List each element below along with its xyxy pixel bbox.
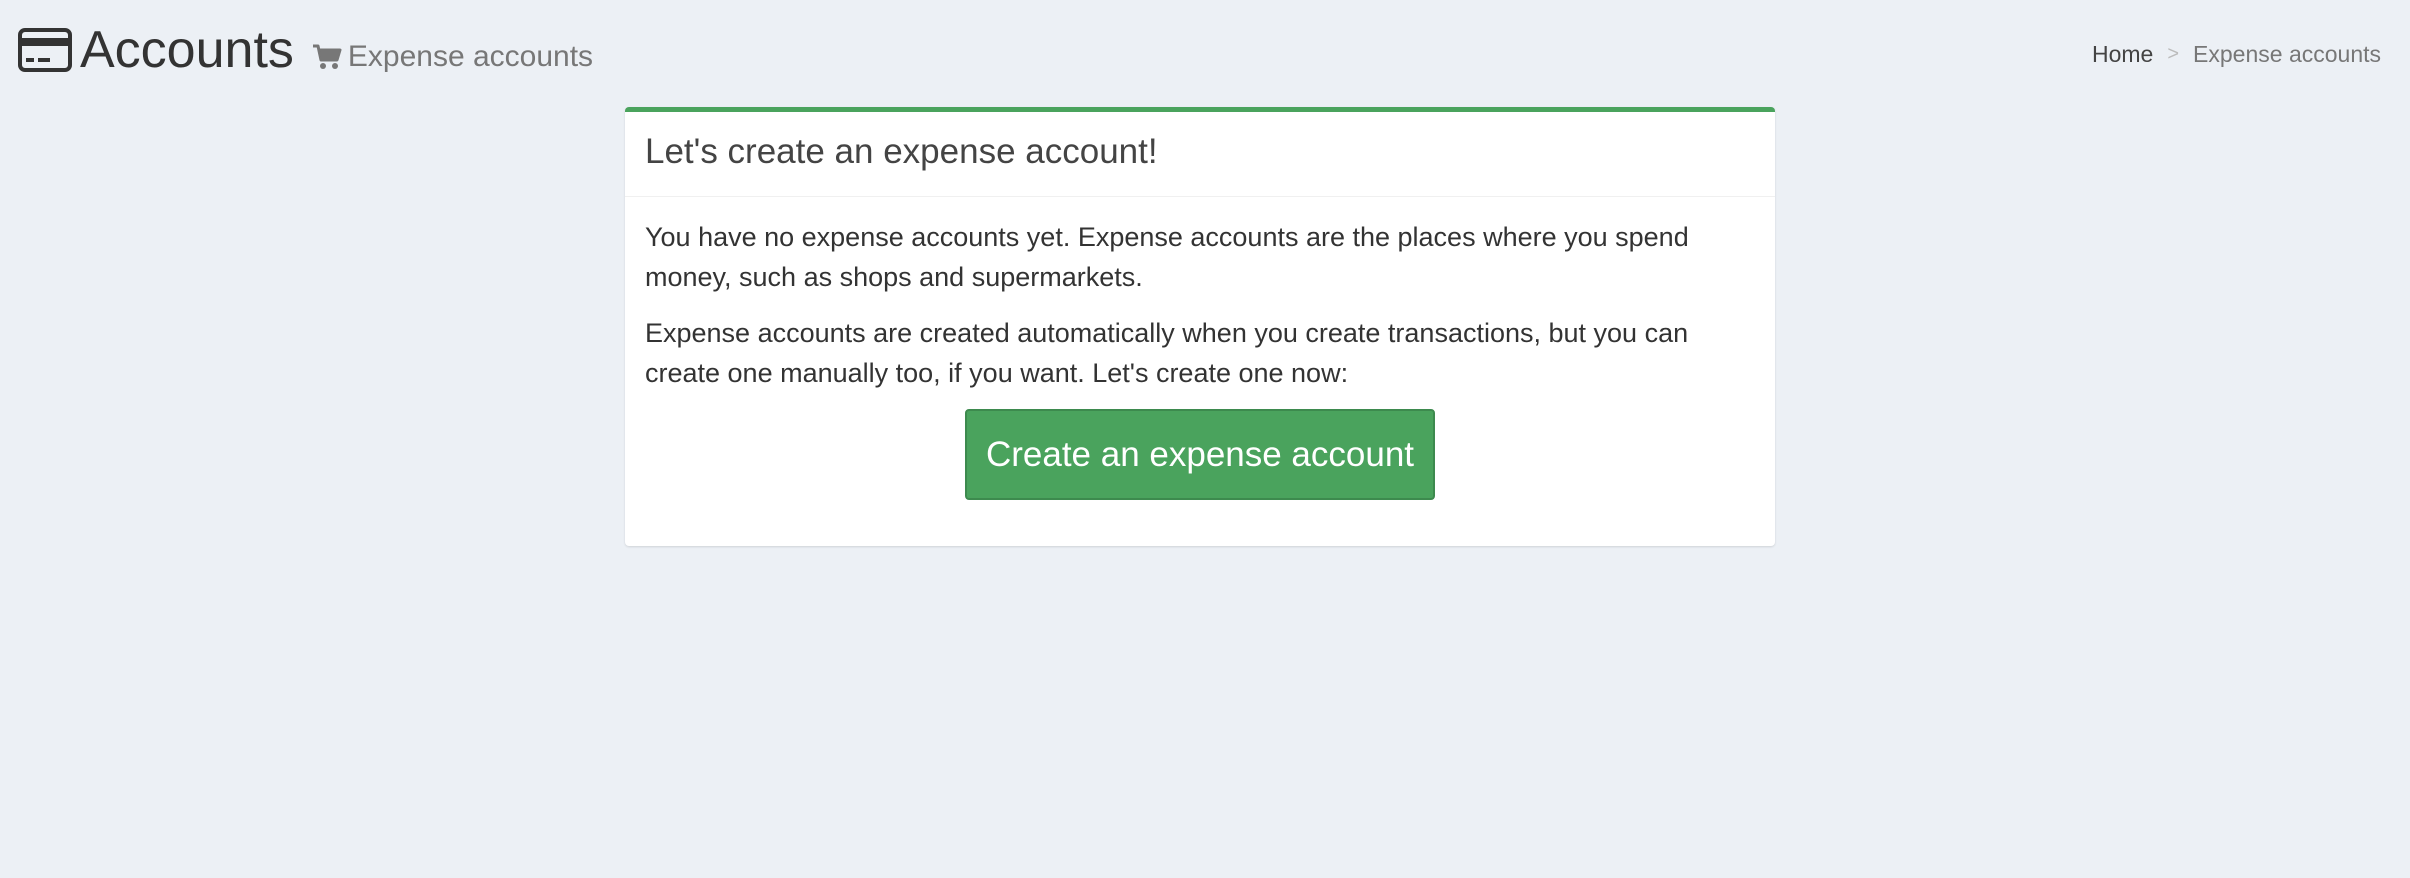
create-expense-account-button[interactable]: Create an expense account — [965, 409, 1435, 500]
page-subtitle: Expense accounts — [312, 37, 593, 77]
create-expense-account-box: Let's create an expense account! You hav… — [625, 107, 1775, 546]
breadcrumb-current: Expense accounts — [2193, 41, 2381, 67]
box-title: Let's create an expense account! — [645, 132, 1158, 171]
page-title-text: Accounts — [80, 21, 294, 79]
page-title: Accounts Expense accounts — [18, 18, 593, 82]
button-wrapper: Create an expense account — [645, 409, 1755, 500]
page-subtitle-text: Expense accounts — [347, 40, 594, 73]
intro-paragraph: You have no expense accounts yet. Expens… — [645, 222, 1689, 292]
info-paragraph: Expense accounts are created automatical… — [645, 318, 1689, 388]
content-header: Accounts Expense accounts Home > Expense… — [0, 0, 2410, 100]
credit-card-icon — [18, 28, 72, 72]
box-header: Let's create an expense account! — [625, 112, 1775, 197]
breadcrumb-separator: > — [2167, 43, 2180, 65]
breadcrumb-home-link[interactable]: Home — [2092, 38, 2153, 70]
box-body: You have no expense accounts yet. Expens… — [625, 197, 1775, 500]
shopping-cart-icon — [312, 43, 342, 71]
breadcrumb: Home > Expense accounts — [2092, 38, 2381, 70]
